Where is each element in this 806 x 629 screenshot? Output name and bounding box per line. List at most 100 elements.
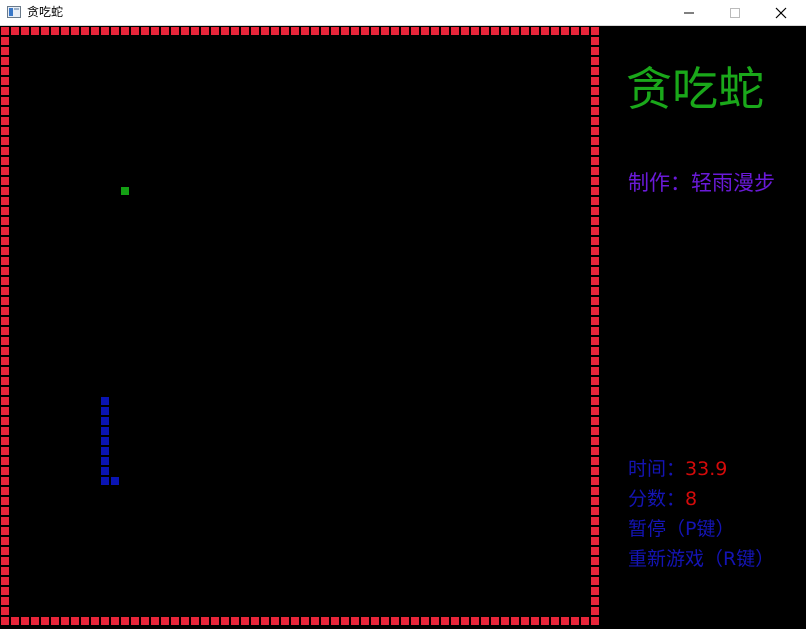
wall-block [1,27,9,35]
wall-block [1,457,9,465]
wall-block [591,197,599,205]
wall-block [531,27,539,35]
wall-block [1,167,9,175]
score-value: 8 [685,488,698,510]
wall-block [241,617,249,625]
snake-segment [101,477,109,485]
wall-block [131,617,139,625]
wall-block [481,27,489,35]
wall-block [191,27,199,35]
wall-block [151,27,159,35]
wall-block [211,27,219,35]
wall-block [1,37,9,45]
wall-block [591,417,599,425]
wall-block [21,617,29,625]
wall-block [221,27,229,35]
food-block [121,187,129,195]
wall-block [471,27,479,35]
game-board[interactable] [0,26,604,629]
wall-block [1,147,9,155]
wall-block [591,447,599,455]
wall-block [591,147,599,155]
wall-block [111,27,119,35]
wall-block [591,537,599,545]
wall-block [1,207,9,215]
wall-block [141,27,149,35]
wall-block [1,307,9,315]
time-readout: 时间：33.9 [628,456,727,482]
wall-block [1,187,9,195]
maximize-button[interactable] [712,0,758,26]
wall-block [111,617,119,625]
minimize-button[interactable] [666,0,712,26]
wall-block [591,557,599,565]
wall-block [1,137,9,145]
restart-hint: 重新游戏（R键） [628,548,775,570]
wall-block [261,27,269,35]
wall-block [551,617,559,625]
wall-block [371,27,379,35]
wall-block [291,617,299,625]
wall-block [271,27,279,35]
snake-segment [101,397,109,405]
wall-block [481,617,489,625]
wall-block [121,27,129,35]
wall-block [1,97,9,105]
wall-block [1,377,9,385]
wall-block [1,527,9,535]
wall-block [1,467,9,475]
wall-block [581,617,589,625]
wall-block [501,617,509,625]
wall-block [321,27,329,35]
wall-block [441,27,449,35]
wall-block [591,477,599,485]
wall-block [1,337,9,345]
wall-block [281,27,289,35]
wall-block [341,27,349,35]
wall-block [121,617,129,625]
wall-block [1,317,9,325]
wall-block [451,617,459,625]
wall-block [161,617,169,625]
wall-block [61,27,69,35]
wall-block [541,617,549,625]
wall-block [551,27,559,35]
wall-block [591,527,599,535]
snake-segment [101,437,109,445]
wall-block [1,57,9,65]
wall-block [401,617,409,625]
snake-segment [101,457,109,465]
wall-block [1,567,9,575]
wall-block [591,427,599,435]
wall-block [131,27,139,35]
wall-block [301,27,309,35]
wall-block [211,617,219,625]
wall-block [1,177,9,185]
wall-block [561,27,569,35]
wall-block [591,517,599,525]
wall-block [421,617,429,625]
wall-block [591,577,599,585]
wall-block [591,257,599,265]
board-background [0,26,600,626]
wall-block [251,617,259,625]
wall-block [101,27,109,35]
wall-block [591,57,599,65]
snake-segment [101,467,109,475]
wall-block [1,517,9,525]
wall-block [381,27,389,35]
wall-block [591,377,599,385]
wall-block [521,617,529,625]
wall-block [591,267,599,275]
wall-block [591,167,599,175]
title-bar[interactable]: 贪吃蛇 [0,0,806,26]
wall-block [1,407,9,415]
wall-block [1,427,9,435]
wall-block [11,617,19,625]
wall-block [1,47,9,55]
wall-block [401,27,409,35]
snake-head [111,477,119,485]
wall-block [591,607,599,615]
close-button[interactable] [758,0,804,26]
wall-block [591,397,599,405]
